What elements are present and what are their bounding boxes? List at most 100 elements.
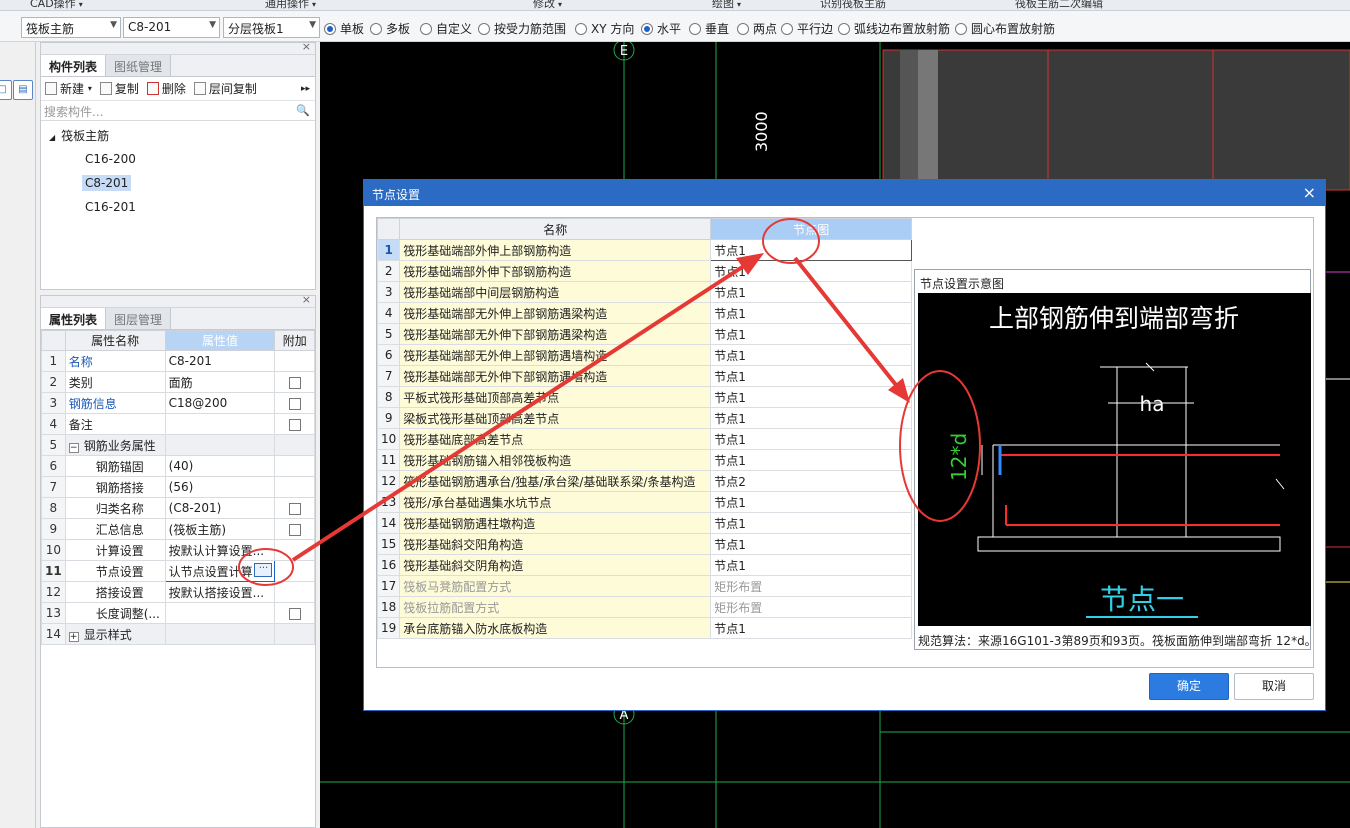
radio-option[interactable]: 自定义 (420, 20, 472, 37)
copy-button[interactable]: 复制 (99, 80, 139, 97)
ribbon-group-draw[interactable]: 绘图 ▾ (712, 0, 741, 10)
radio-option[interactable]: 多板 (370, 20, 410, 37)
property-row[interactable]: 4 备注 (41, 413, 315, 435)
node-value-cell[interactable]: 节点1 (710, 449, 913, 471)
node-row[interactable]: 5 筏形基础端部无外伸下部钢筋遇梁构造 节点1 (376, 323, 913, 345)
radio-dot[interactable] (420, 22, 432, 35)
node-row[interactable]: 3 筏形基础端部中间层钢筋构造 节点1 (376, 281, 913, 303)
close-icon[interactable]: × (302, 293, 311, 306)
radio-dot[interactable] (575, 22, 587, 35)
node-row[interactable]: 13 筏形/承台基础遇集水坑节点 节点1 (376, 491, 913, 513)
new-button[interactable]: 新建 ▾ (45, 80, 92, 97)
node-row[interactable]: 18 筏板拉筋配置方式 矩形布置 (376, 596, 913, 618)
property-value-cell[interactable]: C18@200 (164, 392, 276, 414)
delete-button[interactable]: 删除 (146, 80, 186, 97)
property-row[interactable]: 1 名称 C8-201 (41, 350, 315, 372)
ribbon-group-modify[interactable]: 修改 ▾ (533, 0, 562, 10)
property-value-cell[interactable]: (C8-201) (164, 497, 276, 519)
extra-checkbox[interactable] (288, 418, 301, 431)
node-value-cell[interactable]: 节点1 (710, 512, 913, 534)
ribbon-group-edit[interactable]: 筏板主筋二次编辑 (1015, 0, 1103, 10)
node-row[interactable]: 19 承台底筋锚入防水底板构造 节点1 (376, 617, 913, 639)
radio-option[interactable]: 水平 (641, 20, 681, 37)
property-value-cell[interactable] (164, 434, 276, 456)
ribbon-group-identify[interactable]: 识别筏板主筋 (820, 0, 886, 10)
radio-option[interactable]: 两点 (737, 20, 777, 37)
floor-copy-button[interactable]: 层间复制 (193, 80, 257, 97)
node-value-cell[interactable]: 节点1 (710, 407, 913, 429)
search-input[interactable]: 搜索构件... (44, 105, 103, 119)
node-value-cell[interactable]: 节点1 (710, 344, 913, 366)
spec-combo[interactable]: C8-201 ▼ (123, 17, 220, 38)
tree-item-selected[interactable]: C8-201 (82, 175, 132, 191)
property-value-cell[interactable] (164, 623, 276, 645)
tab-component-list[interactable]: 构件列表 (41, 55, 107, 76)
nav-button[interactable]: □ (0, 80, 12, 100)
node-row[interactable]: 8 平板式筏形基础顶部高差节点 节点1 (376, 386, 913, 408)
search-icon[interactable]: 🔍 (296, 104, 310, 117)
node-row[interactable]: 17 筏板马凳筋配置方式 矩形布置 (376, 575, 913, 597)
close-icon[interactable]: × (302, 40, 311, 53)
property-row[interactable]: 11 节点设置 认节点设置计算 ··· (41, 560, 315, 582)
node-row[interactable]: 14 筏形基础钢筋遇柱墩构造 节点1 (376, 512, 913, 534)
node-value-cell[interactable]: 节点1 (710, 281, 913, 303)
node-row[interactable]: 16 筏形基础斜交阴角构造 节点1 (376, 554, 913, 576)
property-value-cell[interactable]: (56) (164, 476, 276, 498)
radio-option[interactable]: 单板 (324, 20, 364, 37)
radio-option[interactable]: 垂直 (689, 20, 729, 37)
node-value-cell[interactable]: 节点1 (710, 323, 913, 345)
property-row[interactable]: 2 类别 面筋 (41, 371, 315, 393)
radio-option[interactable]: 平行边 (781, 20, 833, 37)
property-row[interactable]: 6 钢筋锚固 (40) (41, 455, 315, 477)
property-value-cell[interactable]: 按默认搭接设置... (164, 581, 276, 603)
tree-root[interactable]: ◢ 筏板主筋 (49, 127, 109, 144)
extra-checkbox[interactable] (288, 397, 301, 410)
property-value-cell[interactable]: (筏板主筋) (164, 518, 276, 540)
property-value-cell[interactable]: C8-201 (164, 350, 276, 372)
property-row[interactable]: 7 钢筋搭接 (56) (41, 476, 315, 498)
grid-icon[interactable]: ▤ (13, 80, 33, 100)
radio-dot[interactable] (641, 22, 653, 35)
node-value-cell[interactable]: 节点1 (710, 491, 913, 513)
close-icon[interactable]: × (1303, 183, 1316, 202)
property-row[interactable]: 14 + 显示样式 (41, 623, 315, 645)
node-row[interactable]: 9 梁板式筏形基础顶部高差节点 节点1 (376, 407, 913, 429)
node-row[interactable]: 4 筏形基础端部无外伸上部钢筋遇梁构造 节点1 (376, 302, 913, 324)
node-value-cell[interactable]: 节点1 (710, 365, 913, 387)
ribbon-group-common[interactable]: 通用操作 ▾ (265, 0, 316, 10)
property-row[interactable]: 5− 钢筋业务属性 (41, 434, 315, 456)
property-row[interactable]: 10 计算设置 按默认计算设置... (41, 539, 315, 561)
collapse-icon[interactable]: − (68, 442, 79, 453)
property-value-cell[interactable]: (40) (164, 455, 276, 477)
radio-option[interactable]: 弧线边布置放射筋 (838, 20, 950, 37)
expand-icon[interactable]: + (68, 631, 79, 642)
layer-combo[interactable]: 分层筏板1 ▼ (223, 17, 320, 38)
node-value-cell[interactable]: 节点1 (710, 386, 913, 408)
property-row[interactable]: 9 汇总信息 (筏板主筋) (41, 518, 315, 540)
component-search[interactable]: 搜索构件... 🔍 (41, 101, 315, 121)
extra-checkbox[interactable] (288, 607, 301, 620)
extra-checkbox[interactable] (288, 502, 301, 515)
property-value-cell[interactable] (164, 413, 276, 435)
radio-dot[interactable] (324, 22, 336, 35)
node-row[interactable]: 7 筏形基础端部无外伸下部钢筋遇墙构造 节点1 (376, 365, 913, 387)
node-row[interactable]: 6 筏形基础端部无外伸上部钢筋遇墙构造 节点1 (376, 344, 913, 366)
radio-dot[interactable] (838, 22, 850, 35)
node-row[interactable]: 1 筏形基础端部外伸上部钢筋构造 节点1 (376, 239, 913, 261)
property-row[interactable]: 12 搭接设置 按默认搭接设置... (41, 581, 315, 603)
node-value-cell[interactable]: 节点1 (710, 617, 913, 639)
property-row[interactable]: 13 长度调整(... (41, 602, 315, 624)
node-row[interactable]: 12 筏形基础钢筋遇承台/独基/承台梁/基础联系梁/条基构造 节点2 (376, 470, 913, 492)
radio-option[interactable]: 按受力筋范围 (478, 20, 566, 37)
collapse-icon[interactable]: ◢ (49, 133, 55, 142)
tab-property-list[interactable]: 属性列表 (41, 308, 107, 329)
radio-dot[interactable] (370, 22, 382, 35)
radio-dot[interactable] (781, 22, 793, 35)
node-row[interactable]: 10 筏形基础底部高差节点 节点1 (376, 428, 913, 450)
radio-option[interactable]: XY 方向 (575, 20, 634, 37)
node-value-cell[interactable]: 矩形布置 (710, 575, 913, 597)
tab-drawing-manage[interactable]: 图纸管理 (106, 55, 172, 76)
radio-dot[interactable] (737, 22, 749, 35)
node-value-cell[interactable]: 节点2 (710, 470, 913, 492)
node-row[interactable]: 2 筏形基础端部外伸下部钢筋构造 节点1 (376, 260, 913, 282)
